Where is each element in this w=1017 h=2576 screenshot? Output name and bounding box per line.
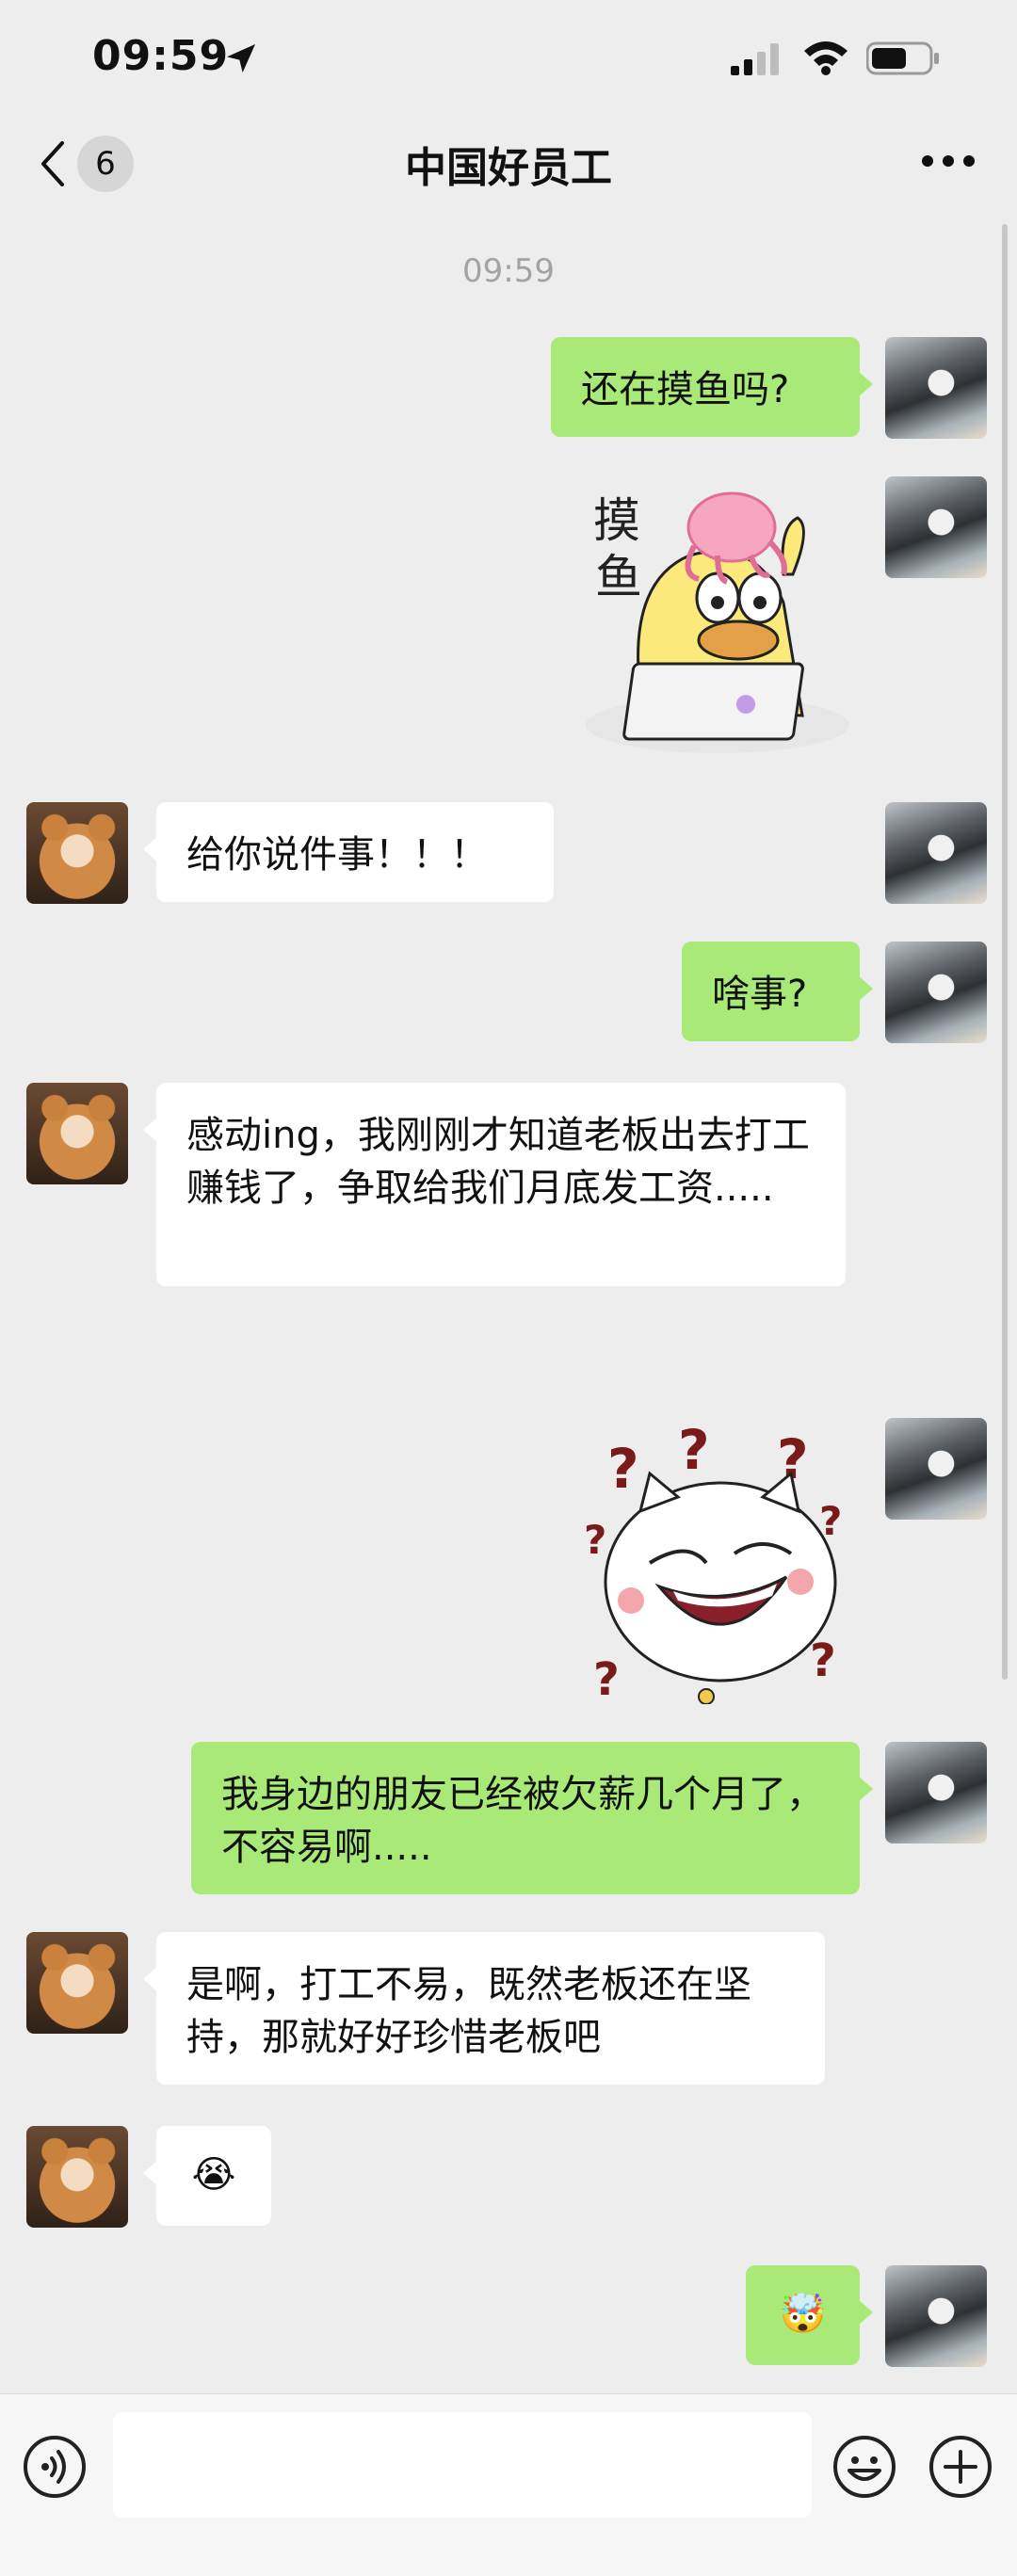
avatar-contact[interactable] xyxy=(26,2126,128,2228)
message-bubble-outgoing[interactable]: 啥事? xyxy=(682,942,873,1041)
sticker-label: 摸 xyxy=(593,493,640,548)
more-options-icon[interactable] xyxy=(921,154,976,168)
message-input[interactable] xyxy=(113,2412,812,2518)
avatar-contact[interactable] xyxy=(26,1083,128,1184)
svg-text:?: ? xyxy=(584,1517,606,1563)
wifi-icon xyxy=(804,41,848,75)
cellular-signal-icon xyxy=(731,43,779,75)
avatar-self[interactable] xyxy=(885,1742,987,1843)
avatar-self[interactable] xyxy=(885,337,987,439)
message-bubble-incoming[interactable]: 给你说件事！！！ xyxy=(143,802,554,902)
voice-input-icon[interactable] xyxy=(23,2435,87,2499)
confused-cat-sticker[interactable]: ? ? ? ? ? ? ? xyxy=(584,1422,857,1704)
message-bubble-incoming[interactable]: 感动ing，我刚刚才知道老板出去打工赚钱了，争取给我们月底发工资..... xyxy=(143,1083,846,1286)
svg-text:?: ? xyxy=(607,1437,639,1501)
status-time: 09:59 xyxy=(92,32,230,80)
svg-text:?: ? xyxy=(593,1653,620,1704)
avatar-self[interactable] xyxy=(885,1418,987,1520)
chat-timestamp: 09:59 xyxy=(462,252,555,290)
emoji-picker-icon[interactable] xyxy=(832,2435,896,2499)
avatar-self[interactable] xyxy=(885,942,987,1043)
svg-text:?: ? xyxy=(810,1634,836,1687)
add-attachment-icon[interactable] xyxy=(928,2435,993,2499)
emoji-message-crying[interactable]: 😭 xyxy=(143,2126,271,2226)
location-arrow-icon xyxy=(227,44,255,72)
avatar-contact[interactable] xyxy=(26,802,128,904)
sticker-label: 鱼 xyxy=(595,550,642,604)
moyu-duck-sticker[interactable]: 摸 鱼 xyxy=(576,471,859,763)
avatar-self[interactable] xyxy=(885,476,987,578)
avatar-self[interactable] xyxy=(885,2265,987,2367)
message-bubble-incoming[interactable]: 是啊，打工不易，既然老板还在坚持，那就好好珍惜老板吧 xyxy=(143,1932,825,2085)
chat-title: 中国好员工 xyxy=(405,144,612,192)
battery-icon xyxy=(866,41,939,75)
scrollbar[interactable] xyxy=(1002,224,1008,1680)
message-bubble-outgoing[interactable]: 我身边的朋友已经被欠薪几个月了，不容易啊..... xyxy=(191,1742,873,1894)
svg-text:?: ? xyxy=(678,1422,710,1482)
avatar-self[interactable] xyxy=(885,802,987,904)
message-bubble-outgoing[interactable]: 还在摸鱼吗? xyxy=(551,337,873,437)
avatar-contact[interactable] xyxy=(26,1932,128,2034)
emoji-message-exploding-head[interactable]: 🤯 xyxy=(746,2265,873,2365)
